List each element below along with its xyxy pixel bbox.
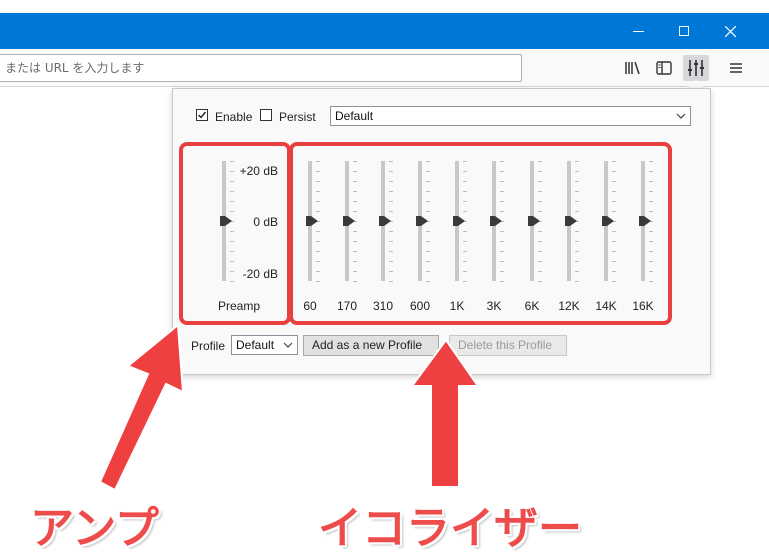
minimize-button[interactable] — [616, 13, 662, 49]
hamburger-menu-icon — [730, 63, 742, 73]
amp-highlight-box — [179, 142, 291, 325]
library-button[interactable] — [620, 55, 646, 81]
equalizer-icon — [688, 60, 704, 76]
library-icon — [625, 61, 640, 75]
delete-profile-button[interactable]: Delete this Profile — [449, 335, 567, 356]
equalizer-button[interactable] — [683, 55, 709, 81]
checkmark-icon — [198, 111, 207, 119]
profile-label: Profile — [191, 339, 226, 353]
url-bar[interactable]: または URL を入力します — [0, 54, 522, 82]
equalizer-highlight-box — [289, 142, 672, 325]
enable-label: Enable — [215, 110, 253, 124]
maximize-icon — [679, 26, 689, 36]
hamburger-menu-button[interactable] — [723, 55, 749, 81]
chevron-down-icon — [283, 342, 293, 348]
url-placeholder: または URL を入力します — [5, 61, 145, 75]
equalizer-annotation-label: イコライザー — [318, 503, 582, 554]
profile-select-value: Default — [236, 338, 275, 352]
panel-pointer — [688, 80, 704, 88]
title-bar — [0, 13, 769, 49]
chevron-down-icon — [676, 113, 686, 119]
amp-annotation-label: アンプ — [30, 503, 159, 554]
preset-select[interactable]: Default — [330, 106, 691, 126]
add-profile-button[interactable]: Add as a new Profile — [303, 335, 439, 356]
maximize-button[interactable] — [662, 13, 708, 49]
navigation-toolbar: または URL を入力します — [0, 49, 769, 87]
preset-select-value: Default — [335, 109, 374, 123]
sidebar-icon — [656, 61, 672, 75]
persist-label: Persist — [279, 110, 316, 124]
amp-arrow — [98, 323, 185, 492]
enable-checkbox[interactable] — [196, 109, 208, 121]
sidebar-button[interactable] — [651, 55, 677, 81]
profile-select[interactable]: Default — [231, 335, 298, 355]
minimize-icon — [633, 31, 644, 32]
close-button[interactable] — [708, 13, 754, 49]
persist-checkbox[interactable] — [260, 109, 272, 121]
close-icon — [725, 26, 736, 37]
